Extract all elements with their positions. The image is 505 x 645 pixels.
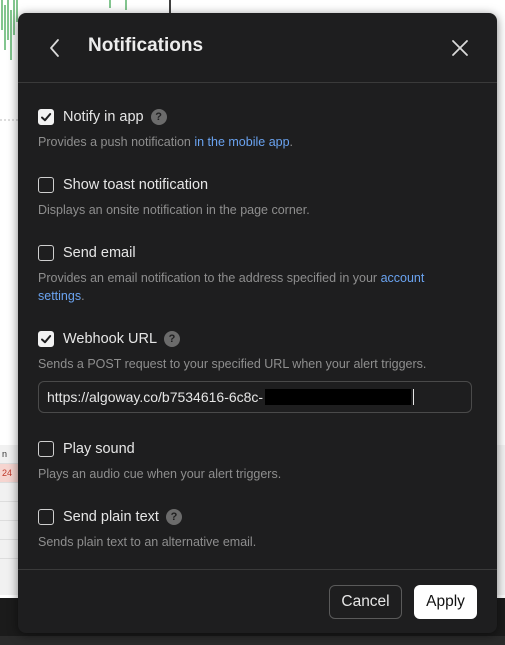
- dialog-title: Notifications: [88, 35, 204, 56]
- check-icon: [41, 113, 52, 122]
- close-icon: [452, 40, 468, 56]
- webhook-url-input[interactable]: https://algoway.co/b7534616-6c8c-: [38, 381, 472, 413]
- check-icon: [41, 335, 52, 344]
- apply-button[interactable]: Apply: [414, 585, 477, 619]
- bg-cell: 24: [0, 464, 18, 483]
- description-text: .: [289, 135, 294, 149]
- send-email-label: Send email: [63, 245, 136, 261]
- option-send-email: Send email Provides an email notificatio…: [38, 243, 468, 305]
- send-email-description: Provides an email notification to the ad…: [38, 269, 468, 305]
- option-notify-in-app: Notify in app ? Provides a push notifica…: [38, 107, 468, 151]
- send-email-checkbox[interactable]: [38, 245, 54, 261]
- cancel-button[interactable]: Cancel: [329, 585, 402, 619]
- bg-cell: [0, 521, 18, 540]
- option-send-plain-text: Send plain text ? Sends plain text to an…: [38, 507, 468, 551]
- text-caret: [413, 389, 415, 405]
- help-icon[interactable]: ?: [165, 509, 182, 525]
- bg-cell: n: [0, 445, 18, 464]
- background-price-strip: n 24: [0, 445, 18, 595]
- dialog-header: Notifications: [18, 13, 497, 83]
- description-text: .: [81, 289, 85, 303]
- close-button[interactable]: [450, 38, 470, 58]
- webhook-url-label: Webhook URL: [63, 331, 158, 347]
- play-sound-label: Play sound: [63, 441, 135, 457]
- chevron-left-icon: [50, 39, 59, 57]
- redacted-block: [265, 389, 412, 405]
- webhook-url-description: Sends a POST request to your specified U…: [38, 357, 427, 371]
- play-sound-checkbox[interactable]: [38, 441, 54, 457]
- background-footer: [0, 636, 505, 645]
- dialog-footer: Cancel Apply: [18, 569, 497, 633]
- notify-in-app-label: Notify in app: [63, 109, 144, 125]
- show-toast-description: Displays an onsite notification in the p…: [38, 203, 310, 217]
- send-plain-text-description: Sends plain text to an alternative email…: [38, 535, 257, 549]
- notifications-dialog: Notifications Notify in app ? Provides a…: [18, 13, 497, 633]
- bg-cell: [0, 540, 18, 559]
- option-webhook-url: Webhook URL ? Sends a POST request to yo…: [38, 329, 468, 373]
- show-toast-label: Show toast notification: [63, 177, 209, 193]
- bg-cell: [0, 502, 18, 521]
- webhook-url-value: https://algoway.co/b7534616-6c8c-: [47, 389, 264, 405]
- help-icon[interactable]: ?: [150, 109, 167, 125]
- notify-in-app-checkbox[interactable]: [38, 109, 54, 125]
- description-text: Provides a push notification: [38, 135, 195, 149]
- dialog-content: Notify in app ? Provides a push notifica…: [18, 83, 497, 569]
- notify-in-app-description: Provides a push notification in the mobi…: [38, 133, 468, 151]
- send-plain-text-checkbox[interactable]: [38, 509, 54, 525]
- play-sound-description: Plays an audio cue when your alert trigg…: [38, 467, 282, 481]
- show-toast-checkbox[interactable]: [38, 177, 54, 193]
- bg-cell: [0, 483, 18, 502]
- option-play-sound: Play sound Plays an audio cue when your …: [38, 439, 468, 483]
- option-show-toast: Show toast notification Displays an onsi…: [38, 175, 468, 219]
- mobile-app-link[interactable]: in the mobile app: [194, 135, 289, 149]
- description-text: Provides an email notification to the ad…: [38, 271, 381, 285]
- help-icon[interactable]: ?: [164, 331, 181, 347]
- back-button[interactable]: [44, 35, 66, 61]
- background-right-strip: [497, 445, 505, 595]
- send-plain-text-label: Send plain text: [63, 509, 159, 525]
- webhook-url-checkbox[interactable]: [38, 331, 54, 347]
